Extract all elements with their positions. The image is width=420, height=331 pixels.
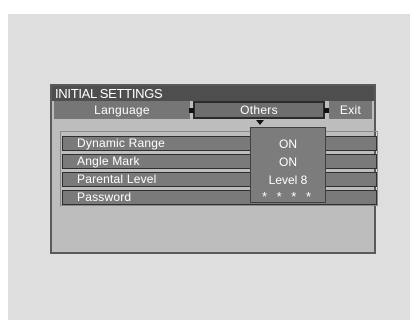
selection-right-marker-icon (324, 108, 329, 113)
selection-left-marker-icon (189, 108, 194, 113)
tab-language[interactable]: Language (54, 101, 190, 119)
menu-title: INITIAL SETTINGS (52, 86, 374, 101)
submenu-pointer-icon (256, 120, 264, 125)
initial-settings-menu: INITIAL SETTINGS Language Others Exit Dy… (50, 84, 378, 254)
value-password[interactable]: * * * * (251, 190, 325, 204)
values-popup: ON ON Level 8 * * * * (250, 127, 326, 204)
value-angle-mark[interactable]: ON (251, 155, 325, 169)
tab-exit[interactable]: Exit (329, 101, 372, 119)
tab-others[interactable]: Others (193, 101, 325, 119)
menu-item-password[interactable]: Password (62, 190, 377, 205)
menu-item-parental-level[interactable]: Parental Level (62, 172, 377, 187)
menu-item-angle-mark[interactable]: Angle Mark (62, 154, 377, 169)
value-dynamic-range[interactable]: ON (251, 137, 325, 151)
menu-item-dynamic-range[interactable]: Dynamic Range (62, 136, 377, 151)
value-parental-level[interactable]: Level 8 (251, 173, 325, 187)
